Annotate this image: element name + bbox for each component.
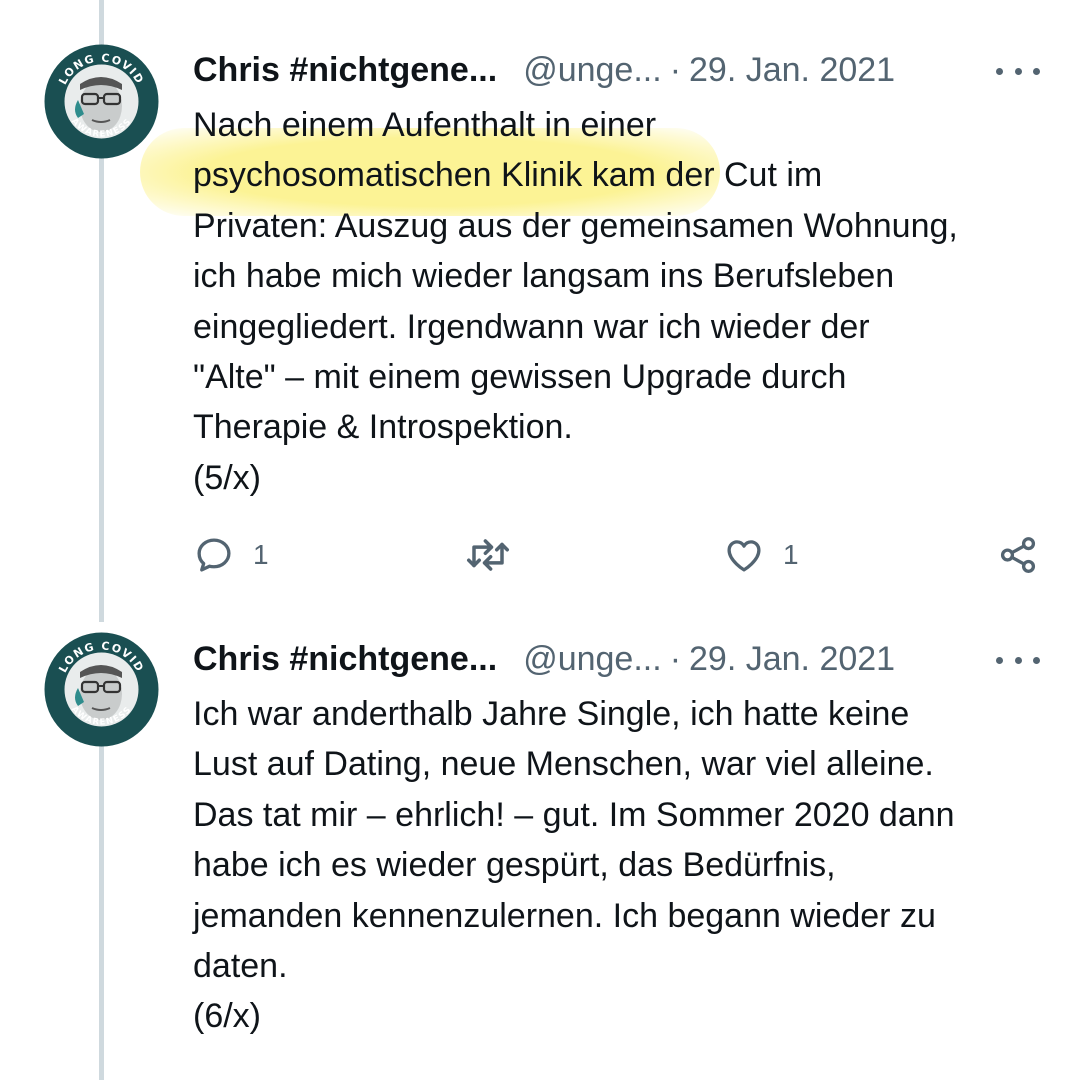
tweet[interactable]: LONG COVID AWARENESS Chris #nichtgene...…	[0, 620, 1080, 1080]
tweet-text-line: Ich war anderthalb Jahre Single, ich hat…	[193, 695, 910, 733]
tweet-text-line: Therapie & Introspektion.	[193, 408, 573, 447]
tweet-text-line: daten.	[193, 947, 288, 986]
retweet-icon	[467, 539, 509, 571]
heart-icon	[727, 540, 761, 572]
dot	[1033, 656, 1040, 664]
author-name[interactable]: Chris #nichtgene...	[193, 51, 497, 89]
author-name[interactable]: Chris #nichtgene...	[193, 640, 497, 678]
tweet-text-line: (6/x)	[193, 997, 261, 1036]
dot	[1014, 656, 1022, 664]
tweet-text-line: habe ich es wieder gespürt, das Bedürfni…	[193, 846, 836, 885]
tweet-date[interactable]: 29. Jan. 2021	[689, 51, 895, 89]
avatar-image: LONG COVID AWARENESS	[44, 632, 159, 747]
tweet-text-line: Privaten: Auszug aus der gemeinsamen Woh…	[193, 206, 958, 245]
dot	[996, 67, 1003, 75]
tweet-text: Ich war anderthalb Jahre Single, ich hat…	[193, 689, 1053, 1042]
reply-icon	[197, 538, 231, 572]
tweet-text-line: Das tat mir – ehrlich! – gut. Im Sommer …	[193, 795, 955, 834]
dot	[1014, 67, 1022, 75]
more-options-icon[interactable]	[996, 56, 1040, 86]
share-button[interactable]	[997, 530, 1039, 580]
tweet-text-line: (5/x)	[193, 458, 261, 497]
author-handle[interactable]: @unge...	[523, 640, 662, 678]
separator-dot: ·	[669, 51, 682, 89]
tweet-header: Chris #nichtgene... @unge... · 29. Jan. 202…	[193, 634, 895, 684]
avatar[interactable]: LONG COVID AWARENESS	[44, 44, 159, 159]
dot	[996, 656, 1003, 664]
tweet-text: Nach einem Aufenthalt in einer psychosom…	[193, 100, 1053, 503]
reply-count: 1	[253, 539, 269, 570]
avatar[interactable]: LONG COVID AWARENESS	[44, 632, 159, 747]
more-options-icon[interactable]	[996, 645, 1040, 675]
author-handle[interactable]: @unge...	[523, 51, 662, 89]
tweet-text-line: ich habe mich wieder langsam ins Berufsl…	[193, 257, 895, 296]
tweet-text-line: Lust auf Dating, neue Menschen, war viel…	[193, 745, 934, 784]
avatar-image: LONG COVID AWARENESS	[44, 44, 159, 159]
separator-dot: ·	[669, 640, 682, 678]
tweet-text-line: jemanden kennenzulernen. Ich begann wied…	[193, 896, 936, 935]
dot	[1033, 67, 1040, 75]
tweet-header: Chris #nichtgene... @unge... · 29. Jan. 202…	[193, 45, 895, 95]
tweet-actions: 1 1	[193, 530, 1053, 580]
like-button[interactable]: 1	[723, 530, 799, 580]
tweet[interactable]: LONG COVID AWARENESS Chris #nichtgene...…	[0, 0, 1080, 620]
reply-button[interactable]: 1	[193, 530, 269, 580]
share-icon	[1000, 537, 1036, 573]
retweet-button[interactable]	[465, 530, 529, 580]
tweet-text-line: "Alte" – mit einem gewissen Upgrade durc…	[193, 358, 847, 397]
like-count: 1	[783, 539, 799, 570]
tweet-text-line: Nach einem Aufenthalt in einer	[193, 106, 657, 144]
tweet-text-line: psychosomatischen Klinik kam der Cut im	[193, 156, 823, 195]
tweet-date[interactable]: 29. Jan. 2021	[689, 640, 895, 678]
tweet-text-line: eingegliedert. Irgendwann war ich wieder…	[193, 307, 870, 346]
